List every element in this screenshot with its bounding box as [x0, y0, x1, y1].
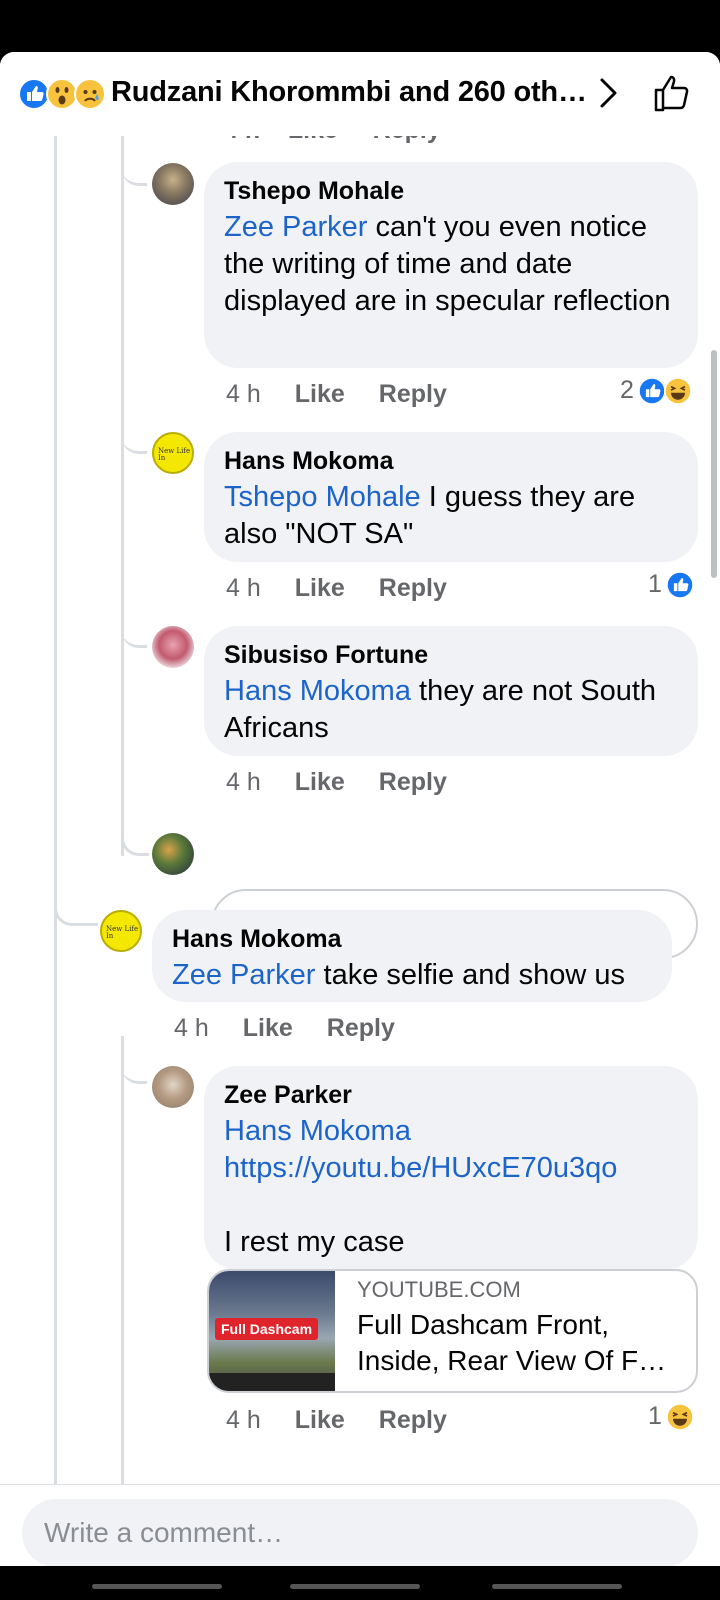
comment-text: Tshepo Mohale I guess they are also "NOT… [224, 479, 678, 553]
previous-actions: 4 h Like Reply [224, 136, 441, 145]
nav-recents-button[interactable] [92, 1584, 222, 1589]
thread-line [121, 136, 124, 856]
reaction-count-number: 1 [648, 1402, 662, 1430]
reaction-count-number: 2 [620, 376, 634, 404]
comment-bubble: Hans Mokoma Tshepo Mohale I guess they a… [204, 432, 698, 562]
nav-home-button[interactable] [290, 1584, 420, 1589]
comment-bubble: Zee Parker Hans Mokoma https://youtu.be/… [204, 1066, 698, 1270]
reply-button[interactable]: Reply [379, 380, 447, 409]
reply-button[interactable]: Reply [379, 574, 447, 603]
reply-button[interactable]: Reply [379, 1406, 447, 1435]
mention-link[interactable]: Hans Mokoma [224, 1113, 678, 1150]
comment-actions: 4 h Like Reply [226, 380, 481, 409]
comment-body: take selfie and show us [315, 959, 625, 991]
reaction-count[interactable]: 1 [648, 1402, 694, 1431]
comment-bubble: Tshepo Mohale Zee Parker can't you even … [204, 162, 698, 368]
comment-actions: 4 h Like Reply [226, 574, 481, 603]
preview-title: Full Dashcam Front, Inside, Rear View Of… [357, 1309, 667, 1376]
comment-time: 4 h [226, 1406, 261, 1434]
comment-author[interactable]: Hans Mokoma [224, 446, 678, 476]
comment-text: Zee Parker can't you even notice the wri… [224, 209, 678, 320]
comment-actions: 4 h Like Reply [226, 768, 481, 797]
avatar[interactable] [152, 163, 194, 205]
mention-link[interactable]: Tshepo Mohale [224, 481, 421, 513]
comment-text: Hans Mokoma https://youtu.be/HUxcE70u3qo… [224, 1113, 678, 1261]
my-avatar [152, 833, 194, 875]
comment-author[interactable]: Hans Mokoma [172, 924, 652, 954]
comment-body: I rest my case [224, 1226, 405, 1258]
thumbnail-strip [209, 1373, 335, 1391]
comment-time: 4 h [174, 1014, 209, 1042]
reply-button[interactable]: Reply [379, 768, 447, 797]
mention-link[interactable]: Zee Parker [172, 959, 315, 991]
comment-time: 4 h [226, 380, 261, 408]
url-link[interactable]: https://youtu.be/HUxcE70u3qo [224, 1150, 678, 1187]
system-nav-bar [0, 1566, 720, 1600]
avatar[interactable]: New Life In [152, 432, 194, 474]
comment-actions: 4 h Like Reply [174, 1014, 429, 1043]
comment-author[interactable]: Tshepo Mohale [224, 176, 678, 206]
comment-bubble: Hans Mokoma Zee Parker take selfie and s… [152, 910, 672, 1002]
sad-icon [74, 78, 106, 110]
like-button[interactable]: Like [243, 1014, 293, 1043]
avatar[interactable] [152, 1066, 194, 1108]
like-icon [637, 376, 666, 405]
link-preview-card[interactable]: Full Dashcam YOUTUBE.COM Full Dashcam Fr… [207, 1269, 698, 1393]
reactions-header[interactable]: Rudzani Khorommbi and 260 oth… [0, 52, 720, 136]
comment-input[interactable]: Write a comment… [22, 1499, 698, 1566]
comment-author[interactable]: Zee Parker [224, 1080, 678, 1110]
comment-text: Zee Parker take selfie and show us [172, 957, 652, 994]
comment-time: 4 h [226, 574, 261, 602]
comments-sheet: Rudzani Khorommbi and 260 oth… 4 h Like … [0, 52, 720, 1566]
like-button[interactable]: Like [295, 380, 345, 409]
thread-branch [121, 1054, 147, 1084]
comment-text: Hans Mokoma they are not South Africans [224, 673, 678, 747]
haha-icon [663, 376, 692, 405]
reply-button[interactable]: Reply [327, 1014, 395, 1043]
avatar[interactable] [152, 626, 194, 668]
like-button[interactable]: Like [295, 1406, 345, 1435]
haha-icon [665, 1402, 694, 1431]
mention-link[interactable]: Zee Parker [224, 211, 367, 243]
comment-composer: Write a comment… [0, 1484, 720, 1566]
scrollbar[interactable] [711, 350, 717, 578]
preview-domain: YOUTUBE.COM [357, 1277, 521, 1302]
thread-branch [121, 156, 147, 186]
video-thumbnail: Full Dashcam [209, 1271, 335, 1391]
thread-branch [121, 424, 147, 454]
thread-branch [121, 618, 147, 648]
reaction-count-number: 1 [648, 570, 662, 598]
avatar[interactable]: New Life In [100, 910, 142, 952]
nav-back-button[interactable] [492, 1584, 622, 1589]
thread-line [121, 1036, 124, 1534]
like-button[interactable]: Like [295, 574, 345, 603]
comment-author[interactable]: Sibusiso Fortune [224, 640, 678, 670]
mention-link[interactable]: Hans Mokoma [224, 675, 411, 707]
chevron-right-icon[interactable] [598, 76, 620, 110]
thread-line [54, 136, 57, 1534]
status-bar [0, 0, 720, 52]
like-button-icon[interactable] [652, 72, 692, 114]
reaction-summary[interactable] [18, 78, 108, 110]
like-button[interactable]: Like [295, 768, 345, 797]
comment-bubble: Sibusiso Fortune Hans Mokoma they are no… [204, 626, 698, 756]
comment-actions: 4 h Like Reply [226, 1406, 481, 1435]
thread-branch [121, 826, 149, 856]
like-icon [665, 570, 694, 599]
reaction-count[interactable]: 1 [648, 570, 694, 599]
comment-time: 4 h [226, 768, 261, 796]
comment-thread: 4 h Like Reply Tshepo Mohale Zee Parker … [0, 136, 720, 1534]
thread-branch [54, 896, 98, 926]
reaction-count[interactable]: 2 [620, 376, 692, 405]
thumbnail-label: Full Dashcam [215, 1318, 319, 1340]
reactors-title[interactable]: Rudzani Khorommbi and 260 oth… [111, 76, 587, 109]
